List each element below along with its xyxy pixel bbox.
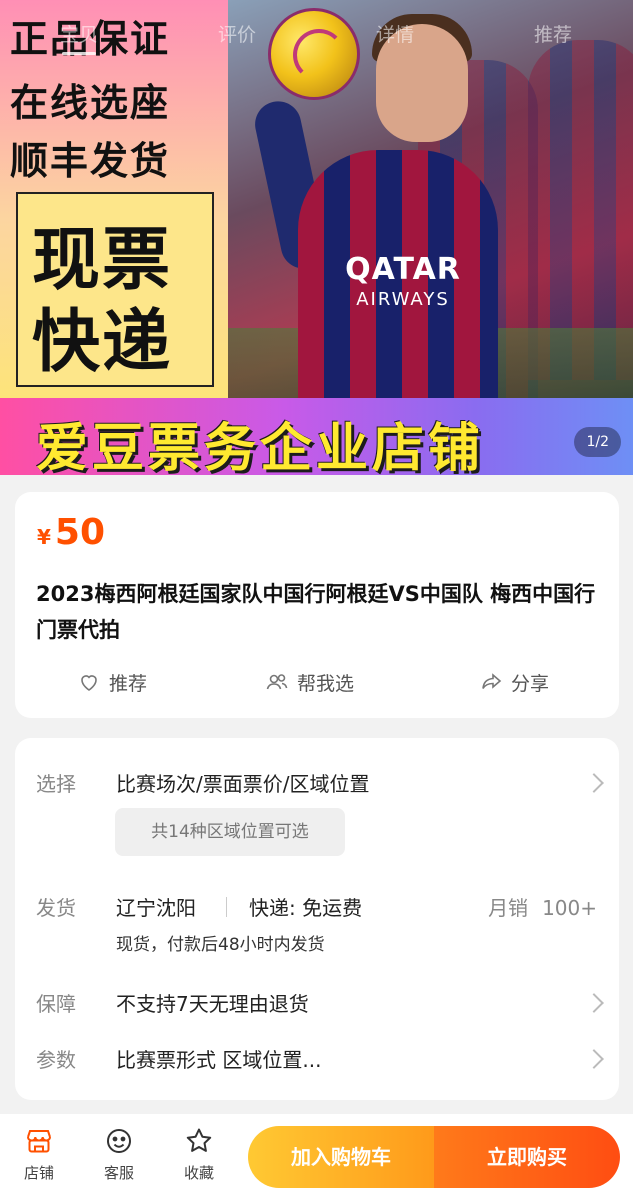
help-choose-button[interactable]: 帮我选 <box>265 662 354 702</box>
select-label: 选择 <box>36 772 76 796</box>
area-options-chip[interactable]: 共14种区域位置可选 <box>115 808 345 856</box>
store-icon <box>27 1130 51 1153</box>
chevron-right-icon <box>584 993 604 1013</box>
add-to-cart-button[interactable]: 加入购物车 <box>248 1126 434 1188</box>
shipping-note: 现货，付款后48小时内发货 <box>116 935 325 955</box>
currency-symbol: ¥ <box>37 525 51 549</box>
help-choose-label: 帮我选 <box>297 672 355 695</box>
customer-service-label: 客服 <box>103 1164 134 1182</box>
heart-icon <box>81 675 97 691</box>
buy-now-button[interactable]: 立即购买 <box>434 1126 620 1188</box>
top-nav-tabs: 宝贝 评价 详情 推荐 <box>0 0 633 68</box>
promo-line: 在线选座 <box>10 81 171 125</box>
tab-recommend[interactable]: 推荐 <box>474 0 632 68</box>
jersey-sponsor-text: QATAR <box>345 252 461 287</box>
chat-face-icon <box>107 1129 131 1153</box>
price-card: ¥50 2023梅西阿根廷国家队中国行阿根廷VS中国队 梅西中国行门票代拍 推荐… <box>15 492 619 718</box>
product-actions: 推荐 帮我选 分享 <box>15 662 619 702</box>
monthly-sales-label: 月销 <box>488 896 529 920</box>
params-value: 比赛票形式 区域位置... <box>116 1048 322 1072</box>
bottom-action-bar: 店铺 客服 收藏 加入购物车 立即购买 <box>0 1114 633 1200</box>
star-icon <box>186 1128 212 1152</box>
users-icon <box>266 674 288 690</box>
store-banner: 爱豆票务企业店铺 <box>0 398 633 475</box>
shipping-express: 快递: 免运费 <box>249 896 363 920</box>
tab-reviews[interactable]: 评价 <box>158 0 316 68</box>
jersey-sponsor: QATAR AIRWAYS <box>328 255 478 315</box>
chevron-right-icon <box>584 1049 604 1069</box>
share-label: 分享 <box>511 672 550 695</box>
shipping-label: 发货 <box>36 896 76 920</box>
promo-line: 顺丰发货 <box>10 139 171 183</box>
divider <box>226 897 227 917</box>
detail-card: 选择 比赛场次/票面票价/区域位置 共14种区域位置可选 发货 辽宁沈阳 快递:… <box>15 738 619 1100</box>
jersey-sponsor-sub: AIRWAYS <box>356 289 450 310</box>
promo-box: 现票 快递 <box>16 192 214 387</box>
shop-button[interactable]: 店铺 <box>9 1126 69 1183</box>
tab-details[interactable]: 详情 <box>316 0 474 68</box>
tab-product[interactable]: 宝贝 <box>0 0 158 68</box>
monthly-sales: 月销 100+ <box>488 892 597 921</box>
chevron-right-icon <box>584 773 604 793</box>
customer-service-button[interactable]: 客服 <box>89 1126 149 1183</box>
promo-box-line: 快递 <box>32 303 173 382</box>
params-label: 参数 <box>36 1048 76 1072</box>
shipping-origin: 辽宁沈阳 <box>116 896 196 920</box>
store-banner-text: 爱豆票务企业店铺 <box>36 419 485 475</box>
product-title: 2023梅西阿根廷国家队中国行阿根廷VS中国队 梅西中国行门票代拍 <box>36 582 596 642</box>
guarantee-label: 保障 <box>36 992 76 1016</box>
share-button[interactable]: 分享 <box>479 662 549 702</box>
image-pager: 1/2 <box>574 427 621 457</box>
share-icon <box>482 673 502 689</box>
recommend-label: 推荐 <box>109 672 148 695</box>
recommend-button[interactable]: 推荐 <box>77 662 147 702</box>
price-value: 50 <box>54 512 106 553</box>
monthly-sales-value: 100+ <box>542 896 597 920</box>
purchase-buttons: 加入购物车 立即购买 <box>248 1126 620 1188</box>
product-image-carousel[interactable]: 正品保证 在线选座 顺丰发货 现票 快递 QATAR AIRWAYS 爱豆票务企… <box>0 0 633 475</box>
product-price: ¥50 <box>37 512 105 553</box>
favorite-label: 收藏 <box>183 1164 214 1182</box>
guarantee-value: 不支持7天无理由退货 <box>116 992 309 1016</box>
select-value: 比赛场次/票面票价/区域位置 <box>116 772 370 796</box>
shop-label: 店铺 <box>23 1164 54 1182</box>
favorite-button[interactable]: 收藏 <box>169 1126 229 1183</box>
